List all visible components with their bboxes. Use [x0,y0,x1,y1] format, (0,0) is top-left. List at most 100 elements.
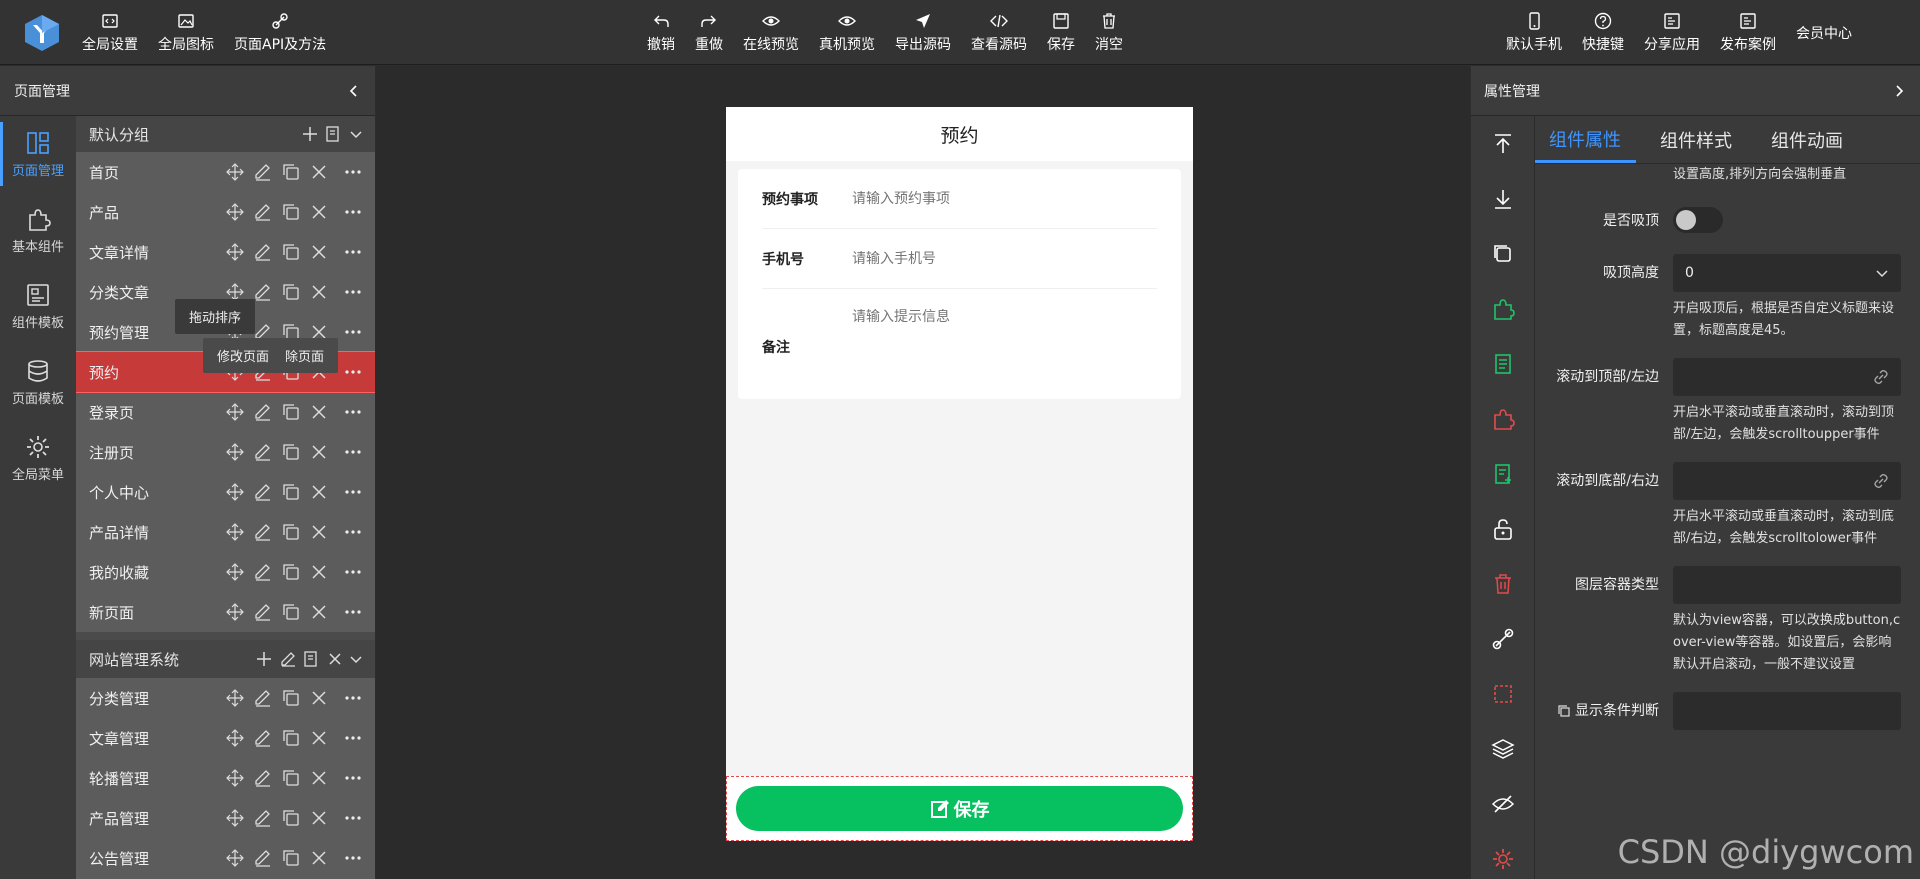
copy-icon[interactable] [281,602,301,622]
edit-icon[interactable] [253,242,273,262]
edit-icon[interactable] [253,402,273,422]
rail-basic-components[interactable]: 基本组件 [0,192,76,268]
close-icon[interactable] [309,688,329,708]
page-row[interactable]: 文章管理 [76,718,375,758]
copy-icon[interactable] [281,522,301,542]
clear-button[interactable]: 消空 [1085,0,1133,65]
copy-icon[interactable] [281,282,301,302]
drag-move-icon[interactable] [225,522,245,542]
close-icon[interactable] [309,562,329,582]
copy-icon[interactable] [281,562,301,582]
group-header-site[interactable]: 网站管理系统 [76,640,375,678]
edit-icon[interactable] [253,442,273,462]
device-preview-button[interactable]: 真机预览 [809,0,885,65]
more-icon[interactable] [343,768,363,788]
edit-icon[interactable] [279,650,297,668]
copy-icon[interactable] [281,202,301,222]
item-input[interactable] [852,190,1157,207]
share-app-button[interactable]: 分享应用 [1634,0,1710,65]
page-row[interactable]: 我的收藏 [76,552,375,592]
more-icon[interactable] [343,482,363,502]
drag-move-icon[interactable] [225,402,245,422]
tab-component-props[interactable]: 组件属性 [1535,126,1636,163]
rail-page-management[interactable]: 页面管理 [0,116,76,192]
app-logo-icon[interactable] [22,13,62,53]
add-component-button[interactable] [1471,281,1534,336]
collapse-left-icon[interactable] [347,84,361,98]
copy-icon[interactable] [281,402,301,422]
copy-component-button[interactable] [1471,226,1534,281]
more-icon[interactable] [343,728,363,748]
page-row[interactable]: 首页 [76,152,375,192]
hide-button[interactable] [1471,776,1534,831]
edit-icon[interactable] [253,602,273,622]
scroll-top-input[interactable] [1673,358,1901,396]
edit-icon[interactable] [253,768,273,788]
page-row[interactable]: 注册页 [76,432,375,472]
api-binding-button[interactable] [1471,611,1534,666]
drag-move-icon[interactable] [225,768,245,788]
export-source-button[interactable]: 导出源码 [885,0,961,65]
settings-button[interactable] [1471,831,1534,879]
more-icon[interactable] [343,402,363,422]
rail-global-menu[interactable]: 全局菜单 [0,420,76,496]
select-region-button[interactable] [1471,666,1534,721]
redo-button[interactable]: 重做 [685,0,733,65]
copy-icon[interactable] [281,482,301,502]
tab-component-animation[interactable]: 组件动画 [1757,127,1858,163]
publish-case-button[interactable]: 发布案例 [1710,0,1786,65]
delete-component-button[interactable] [1471,556,1534,611]
edit-group-icon[interactable] [303,650,321,668]
save-toolbar-button[interactable]: 保存 [1037,0,1085,65]
page-row[interactable]: 产品管理 [76,798,375,838]
collapse-right-icon[interactable] [1892,84,1906,98]
page-row[interactable]: 轮播管理 [76,758,375,798]
copy-icon[interactable] [281,728,301,748]
close-icon[interactable] [309,442,329,462]
close-icon[interactable] [309,482,329,502]
drag-move-icon[interactable] [225,442,245,462]
more-icon[interactable] [343,162,363,182]
group-header-default[interactable]: 默认分组 [76,116,375,152]
close-icon[interactable] [309,728,329,748]
edit-icon[interactable] [253,482,273,502]
rail-page-templates[interactable]: 页面模板 [0,344,76,420]
page-row[interactable]: 公告管理 [76,838,375,878]
more-icon[interactable] [343,282,363,302]
chevron-down-icon[interactable] [349,127,363,141]
form-card[interactable]: 预约事项 手机号 备注 [738,169,1181,399]
copy-icon[interactable] [281,162,301,182]
close-icon[interactable] [309,242,329,262]
drag-move-icon[interactable] [225,202,245,222]
drag-move-icon[interactable] [225,688,245,708]
close-icon[interactable] [309,282,329,302]
remark-input[interactable] [852,309,1157,325]
sticky-height-select[interactable]: 0 [1673,254,1901,292]
drag-move-icon[interactable] [225,162,245,182]
edit-icon[interactable] [253,202,273,222]
copy-icon[interactable] [281,848,301,868]
more-icon[interactable] [343,808,363,828]
member-center-button[interactable]: 会员中心 [1786,0,1862,65]
edit-icon[interactable] [253,728,273,748]
close-icon[interactable] [327,651,343,667]
edit-icon[interactable] [253,522,273,542]
add-doc-button[interactable] [1471,446,1534,501]
form-save-button[interactable]: 保存 [736,786,1183,831]
more-icon[interactable] [343,322,363,342]
close-icon[interactable] [309,202,329,222]
page-row[interactable]: 新页面 [76,592,375,632]
copy-icon[interactable] [281,808,301,828]
drag-move-icon[interactable] [225,728,245,748]
phone-input[interactable] [852,250,1157,267]
add-page-icon[interactable] [255,650,273,668]
global-icons-button[interactable]: 全局图标 [148,0,224,65]
page-row[interactable]: 产品 [76,192,375,232]
close-icon[interactable] [309,808,329,828]
add-page-icon[interactable] [301,125,319,143]
layers-button[interactable] [1471,721,1534,776]
global-settings-button[interactable]: 全局设置 [72,0,148,65]
edit-icon[interactable] [253,562,273,582]
edit-group-icon[interactable] [325,125,343,143]
close-icon[interactable] [309,402,329,422]
